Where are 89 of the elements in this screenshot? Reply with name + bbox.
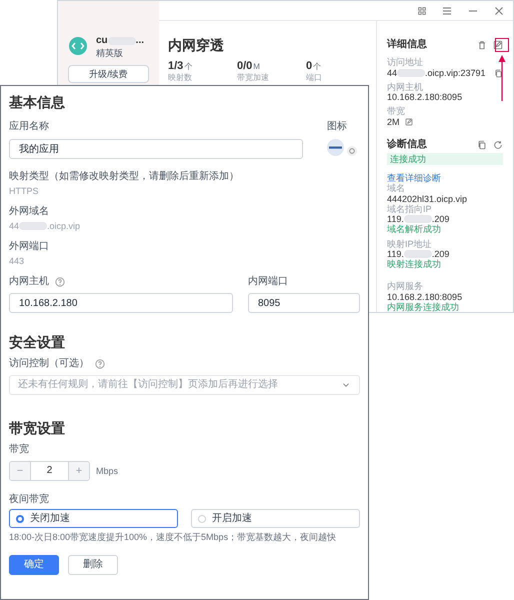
annotation-highlight	[495, 38, 509, 52]
field-label: 内网主机	[9, 276, 49, 288]
stat-label: 带宽加速	[237, 72, 270, 83]
section-title: 安全设置	[9, 333, 66, 352]
field-label: 带宽	[9, 444, 30, 456]
diagnosis-label: 内网服务	[387, 280, 424, 291]
diagnosis-result: 内网服务连接成功	[387, 302, 460, 312]
field-value: 443	[9, 256, 26, 266]
app-icon-preview	[327, 139, 344, 156]
diagnosis-value: 119.	[387, 248, 404, 259]
diagnosis-value: 444202hl31.oicp.vip	[387, 194, 468, 204]
app-logo-icon	[68, 36, 88, 56]
stat-value: 0	[306, 60, 312, 73]
select-placeholder: 还未有任何规则，请前往【访问控制】页添加后再进行选择	[18, 379, 278, 392]
field-label: 夜间带宽	[9, 494, 50, 506]
radio-option[interactable]: 开启加速	[191, 509, 360, 528]
field-label: 内网主机	[387, 82, 424, 92]
redacted-block	[404, 250, 432, 258]
trash-icon[interactable]	[477, 40, 487, 50]
radio-checked	[16, 514, 24, 523]
field-value: .oicp.vip:23791	[425, 68, 486, 79]
redacted-block	[397, 69, 426, 78]
edit-icon[interactable]	[404, 118, 413, 126]
section-title: 带宽设置	[9, 419, 66, 438]
field-label: 带宽	[387, 106, 406, 117]
annotation-arrow	[498, 55, 506, 101]
section-title: 基本信息	[9, 93, 66, 112]
copy-icon[interactable]	[494, 68, 503, 78]
status-banner: 连接成功	[387, 152, 503, 165]
redacted-block	[404, 214, 432, 223]
field-label: 应用名称	[9, 121, 50, 133]
diagnosis-result: 映射连接成功	[387, 258, 442, 269]
close-icon[interactable]	[493, 4, 505, 16]
stat-value: 0/0	[237, 60, 252, 73]
refresh-icon[interactable]	[493, 140, 503, 150]
stat-label: 映射数	[168, 72, 193, 83]
field-value: .oicp.vip	[47, 220, 80, 232]
grid-icon[interactable]	[417, 6, 427, 16]
input-field[interactable]: 我的应用	[9, 139, 303, 159]
refresh-icon[interactable]	[347, 146, 357, 156]
diagnosis-value: .209	[432, 248, 450, 259]
app-name: cu	[96, 34, 108, 47]
unit-label: Mbps	[96, 466, 118, 477]
radio-label: 开启加速	[212, 512, 252, 525]
stat-unit: 个	[184, 62, 192, 72]
radio-label: 关闭加速	[30, 512, 70, 525]
redacted-block	[19, 222, 48, 230]
panel-title: 诊断信息	[387, 138, 427, 151]
diagnosis-label: 域名	[387, 182, 406, 193]
stat-value: 1/3	[168, 60, 184, 73]
delete-button[interactable]: 删除	[68, 555, 118, 576]
input-field[interactable]: 10.168.2.180	[9, 293, 233, 314]
field-value: 44	[387, 68, 398, 79]
field-label: 访问控制（可选）	[9, 358, 89, 370]
input-field[interactable]: 8095	[248, 293, 360, 314]
field-label: 图标	[327, 121, 348, 133]
diagnosis-value: .209	[432, 214, 450, 224]
help-icon[interactable]	[95, 359, 105, 370]
hint-text: 18:00-次日8:00带宽速度提升100%，速度不低于5Mbps；带宽基数越大，夜间越快	[9, 532, 338, 544]
help-icon[interactable]	[55, 277, 65, 288]
diagnosis-link[interactable]: 查看详细诊断	[387, 172, 503, 183]
field-value: 10.168.2.180:8095	[387, 92, 462, 104]
field-label: 外网端口	[9, 240, 50, 253]
stat-label: 端口	[306, 72, 323, 83]
field-value: 44	[9, 220, 20, 232]
diagnosis-label: 映射IP地址	[387, 238, 433, 249]
app-name: ...	[136, 34, 144, 47]
copy-icon[interactable]	[477, 140, 487, 150]
radio-unchecked	[198, 514, 206, 523]
diagnosis-label: 域名指向IP	[387, 204, 432, 214]
field-label: 外网域名	[9, 206, 50, 218]
stat-unit: 个	[313, 62, 322, 72]
diagnosis-value: 10.168.2.180:8095	[387, 292, 462, 302]
panel-title: 详细信息	[387, 39, 427, 51]
field-label: 映射类型（如需修改映射类型，请删除后重新添加）	[9, 171, 240, 183]
menu-icon[interactable]	[441, 4, 453, 16]
field-label: 访问地址	[387, 57, 424, 68]
page-title: 内网穿透	[168, 37, 225, 54]
diagnosis-value: 119.	[387, 214, 404, 224]
confirm-button[interactable]: 确定	[9, 555, 59, 576]
diagnosis-result: 域名解析成功	[387, 224, 442, 234]
field-label: 内网端口	[248, 276, 289, 288]
radio-option[interactable]: 关闭加速	[9, 509, 178, 528]
upgrade-button[interactable]: 升级/续费	[68, 65, 149, 83]
field-value: 2M	[387, 116, 400, 128]
edition-label: 精英版	[96, 47, 124, 59]
edit-icon[interactable]	[493, 40, 503, 50]
stat-unit: M	[253, 62, 260, 72]
field-value: HTTPS	[9, 186, 40, 197]
